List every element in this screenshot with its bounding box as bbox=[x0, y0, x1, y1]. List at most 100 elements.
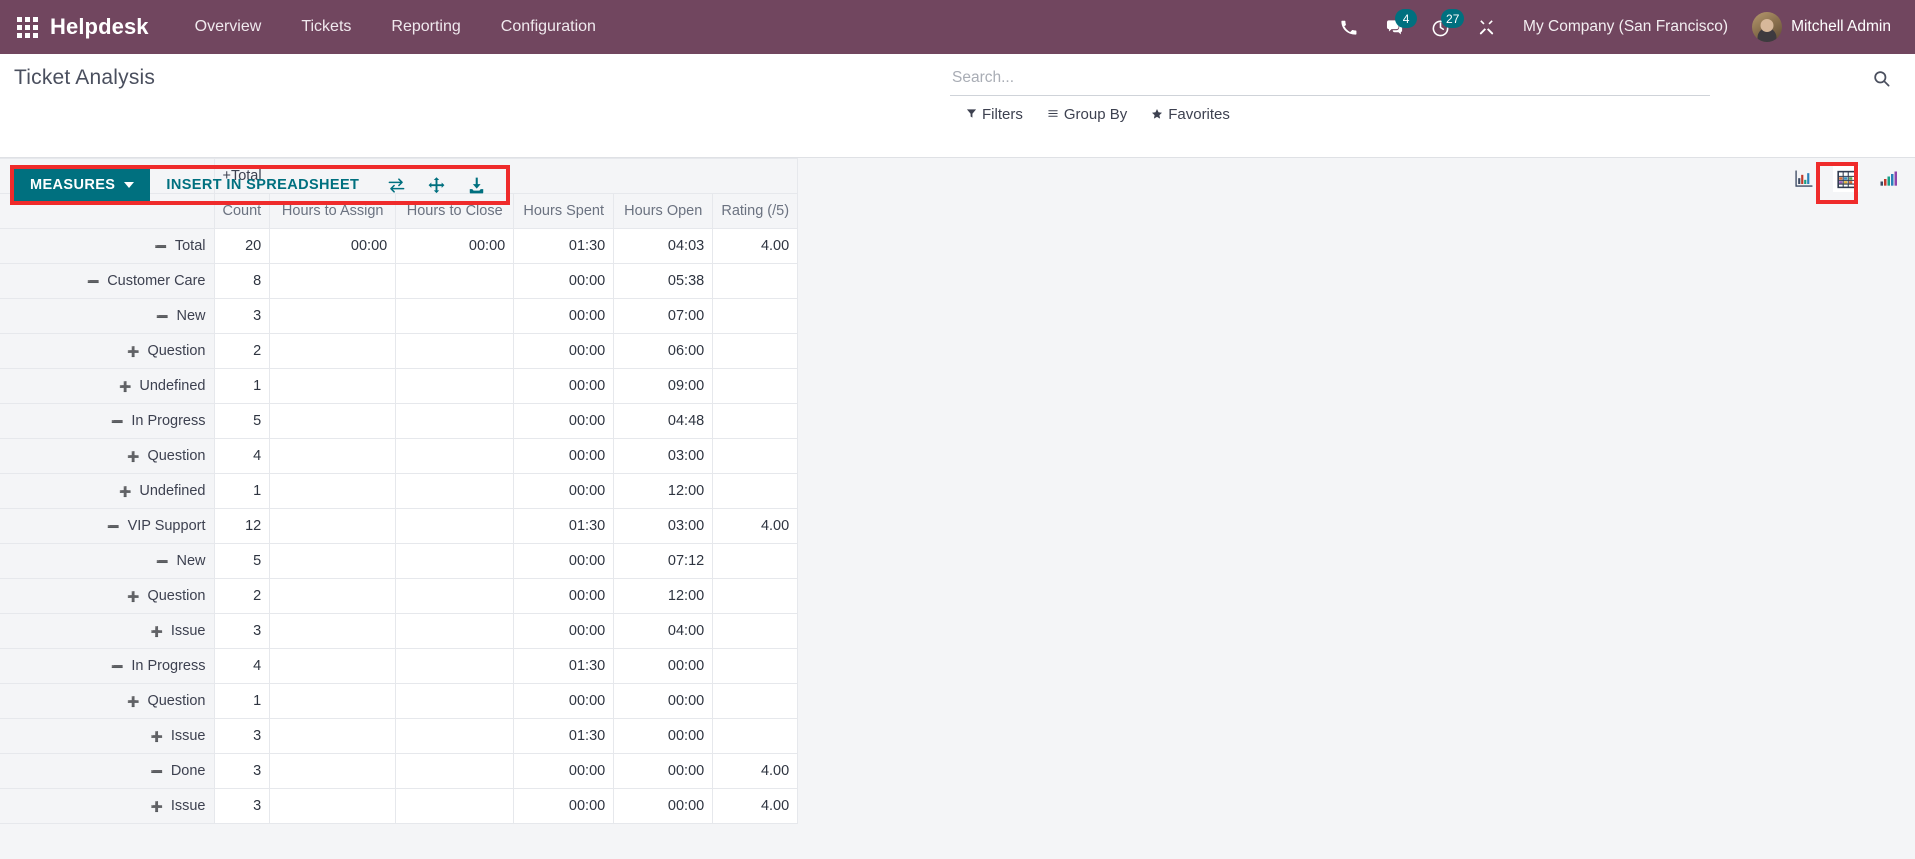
cell-count[interactable]: 3 bbox=[213, 788, 271, 824]
cell-hours-to-close[interactable]: 00:00 bbox=[395, 228, 515, 264]
row-header-question[interactable]: ➕ Question bbox=[0, 683, 215, 719]
cell-count[interactable]: 4 bbox=[213, 648, 271, 684]
cell-hours-open[interactable]: 07:12 bbox=[613, 543, 714, 579]
cell-hours-open[interactable]: 03:00 bbox=[613, 438, 714, 474]
cell-count[interactable]: 1 bbox=[213, 683, 271, 719]
row-header-in-progress[interactable]: ➖ In Progress bbox=[0, 648, 215, 684]
flip-axis-icon[interactable] bbox=[383, 172, 409, 198]
cell-hours-spent[interactable]: 00:00 bbox=[513, 683, 615, 719]
cell-hours-open[interactable]: 06:00 bbox=[613, 333, 714, 369]
apps-grid-icon[interactable] bbox=[10, 10, 44, 44]
company-selector[interactable]: My Company (San Francisco) bbox=[1509, 12, 1742, 42]
cell-count[interactable]: 1 bbox=[213, 368, 271, 404]
expand-all-icon[interactable] bbox=[423, 172, 449, 198]
row-header-done[interactable]: ➖ Done bbox=[0, 753, 215, 789]
row-header-customer-care[interactable]: ➖ Customer Care bbox=[0, 263, 215, 299]
cell-count[interactable]: 5 bbox=[213, 403, 271, 439]
cell-hours-spent[interactable]: 01:30 bbox=[513, 228, 615, 264]
menu-item-tickets[interactable]: Tickets bbox=[281, 10, 371, 44]
row-header-total[interactable]: ➖ Total bbox=[0, 228, 215, 264]
cell-hours-spent[interactable]: 00:00 bbox=[513, 753, 615, 789]
cell-count[interactable]: 3 bbox=[213, 753, 271, 789]
cell-hours-open[interactable]: 12:00 bbox=[613, 578, 714, 614]
cell-rating[interactable]: 4.00 bbox=[712, 753, 799, 789]
row-header-undefined[interactable]: ➕ Undefined bbox=[0, 368, 215, 404]
row-header-question[interactable]: ➕ Question bbox=[0, 333, 215, 369]
favorites-dropdown[interactable]: Favorites bbox=[1151, 106, 1230, 123]
cell-count[interactable]: 5 bbox=[213, 543, 271, 579]
cell-hours-spent[interactable]: 00:00 bbox=[513, 543, 615, 579]
cell-hours-open[interactable]: 00:00 bbox=[613, 718, 714, 754]
search-icon[interactable] bbox=[1872, 69, 1891, 93]
cell-count[interactable]: 4 bbox=[213, 438, 271, 474]
column-header-hours-spent[interactable]: Hours Spent bbox=[513, 193, 615, 229]
pivot-view-button[interactable] bbox=[1833, 166, 1859, 192]
row-header-issue[interactable]: ➕ Issue bbox=[0, 718, 215, 754]
app-brand-helpdesk[interactable]: Helpdesk bbox=[50, 14, 149, 40]
cell-hours-spent[interactable]: 00:00 bbox=[513, 333, 615, 369]
cell-count[interactable]: 8 bbox=[213, 263, 271, 299]
cell-hours-spent[interactable]: 00:00 bbox=[513, 403, 615, 439]
cell-hours-open[interactable]: 04:48 bbox=[613, 403, 714, 439]
cell-hours-spent[interactable]: 01:30 bbox=[513, 508, 615, 544]
cell-hours-spent[interactable]: 00:00 bbox=[513, 298, 615, 334]
row-header-new[interactable]: ➖ New bbox=[0, 543, 215, 579]
activities-clock-icon[interactable]: 27 bbox=[1417, 6, 1465, 48]
cell-hours-open[interactable]: 00:00 bbox=[613, 683, 714, 719]
filters-dropdown[interactable]: Filters bbox=[966, 106, 1023, 123]
row-header-issue[interactable]: ➕ Issue bbox=[0, 613, 215, 649]
cell-hours-spent[interactable]: 01:30 bbox=[513, 718, 615, 754]
row-header-undefined[interactable]: ➕ Undefined bbox=[0, 473, 215, 509]
row-header-question[interactable]: ➕ Question bbox=[0, 578, 215, 614]
cell-hours-open[interactable]: 00:00 bbox=[613, 648, 714, 684]
wrench-icon[interactable] bbox=[1463, 6, 1509, 48]
column-header-rating[interactable]: Rating (/5) bbox=[712, 193, 799, 229]
row-header-vip-support[interactable]: ➖ VIP Support bbox=[0, 508, 215, 544]
cell-hours-to-assign[interactable]: 00:00 bbox=[269, 228, 397, 264]
cell-hours-open[interactable]: 07:00 bbox=[613, 298, 714, 334]
cell-count[interactable]: 3 bbox=[213, 718, 271, 754]
menu-item-overview[interactable]: Overview bbox=[175, 10, 282, 44]
column-header-hours-open[interactable]: Hours Open bbox=[613, 193, 714, 229]
cell-hours-spent[interactable]: 00:00 bbox=[513, 438, 615, 474]
cell-count[interactable]: 12 bbox=[213, 508, 271, 544]
cell-count[interactable]: 3 bbox=[213, 298, 271, 334]
graph-view-button[interactable] bbox=[1791, 166, 1817, 192]
insert-in-spreadsheet-button[interactable]: INSERT IN SPREADSHEET bbox=[150, 168, 375, 202]
cell-hours-open[interactable]: 00:00 bbox=[613, 788, 714, 824]
download-xlsx-icon[interactable] bbox=[463, 172, 489, 198]
cell-hours-spent[interactable]: 00:00 bbox=[513, 473, 615, 509]
cell-hours-spent[interactable]: 00:00 bbox=[513, 263, 615, 299]
cell-rating[interactable]: 4.00 bbox=[712, 788, 799, 824]
row-header-new[interactable]: ➖ New bbox=[0, 298, 215, 334]
cell-hours-spent[interactable]: 01:30 bbox=[513, 648, 615, 684]
cell-count[interactable]: 2 bbox=[213, 578, 271, 614]
cell-hours-open[interactable]: 03:00 bbox=[613, 508, 714, 544]
chart-view-button[interactable] bbox=[1875, 166, 1901, 192]
cell-hours-spent[interactable]: 00:00 bbox=[513, 368, 615, 404]
cell-hours-spent[interactable]: 00:00 bbox=[513, 578, 615, 614]
cell-hours-spent[interactable]: 00:00 bbox=[513, 788, 615, 824]
cell-hours-open[interactable]: 05:38 bbox=[613, 263, 714, 299]
cell-hours-open[interactable]: 04:03 bbox=[613, 228, 714, 264]
cell-rating[interactable]: 4.00 bbox=[712, 508, 799, 544]
cell-hours-open[interactable]: 04:00 bbox=[613, 613, 714, 649]
row-header-in-progress[interactable]: ➖ In Progress bbox=[0, 403, 215, 439]
cell-hours-open[interactable]: 12:00 bbox=[613, 473, 714, 509]
cell-count[interactable]: 20 bbox=[213, 228, 271, 264]
cell-count[interactable]: 2 bbox=[213, 333, 271, 369]
menu-item-configuration[interactable]: Configuration bbox=[481, 10, 616, 44]
cell-hours-spent[interactable]: 00:00 bbox=[513, 613, 615, 649]
row-header-issue[interactable]: ➕ Issue bbox=[0, 788, 215, 824]
cell-count[interactable]: 3 bbox=[213, 613, 271, 649]
cell-count[interactable]: 1 bbox=[213, 473, 271, 509]
search-input[interactable] bbox=[950, 69, 1710, 87]
row-header-question[interactable]: ➕ Question bbox=[0, 438, 215, 474]
menu-item-reporting[interactable]: Reporting bbox=[371, 10, 480, 44]
cell-hours-open[interactable]: 00:00 bbox=[613, 753, 714, 789]
cell-rating[interactable]: 4.00 bbox=[712, 228, 799, 264]
measures-button[interactable]: MEASURES bbox=[14, 168, 151, 202]
groupby-dropdown[interactable]: Group By bbox=[1047, 106, 1127, 123]
phone-icon[interactable] bbox=[1325, 6, 1371, 48]
user-menu[interactable]: Mitchell Admin bbox=[1742, 8, 1897, 46]
